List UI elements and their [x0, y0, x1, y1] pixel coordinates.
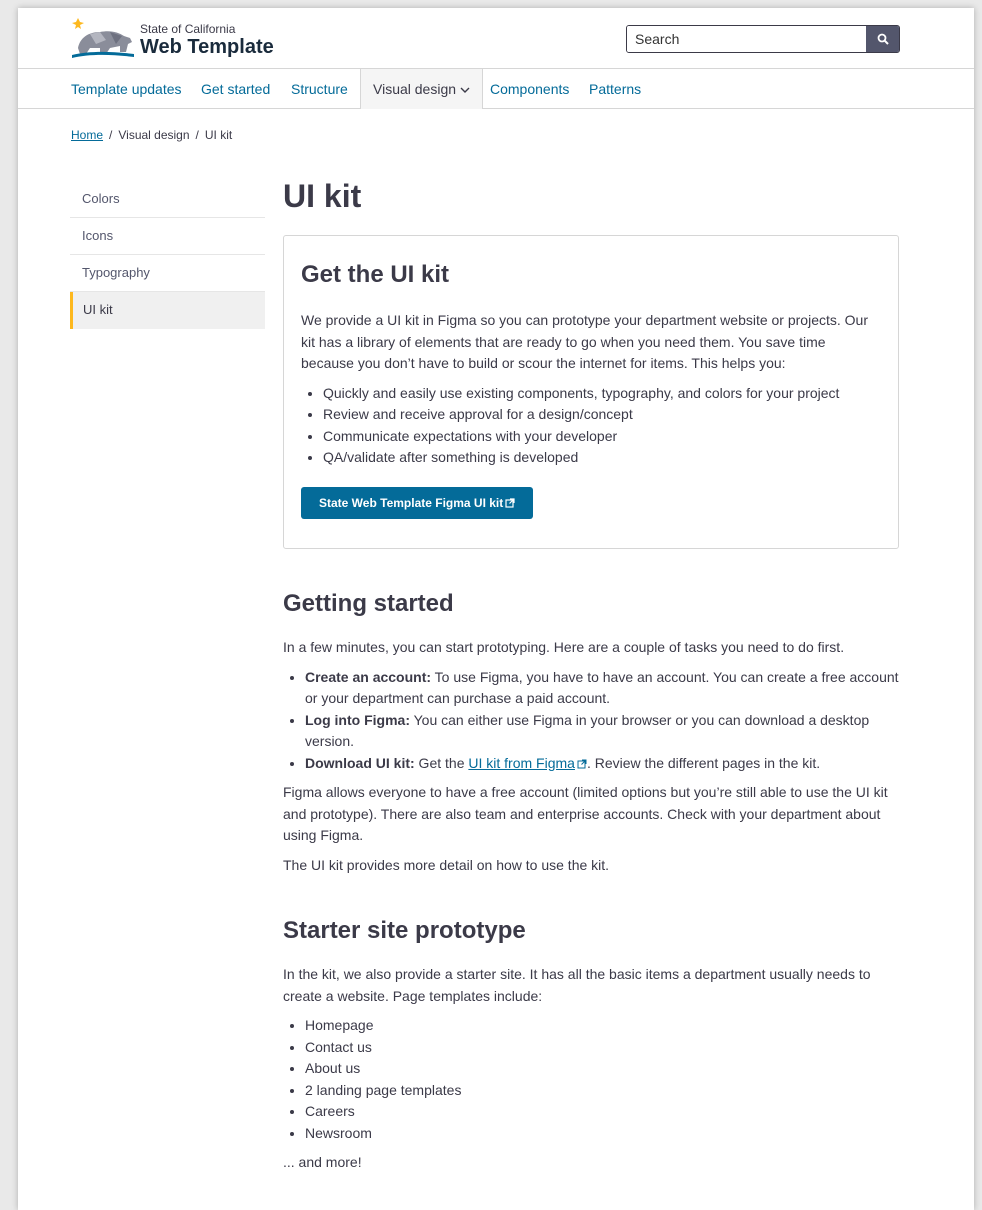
external-link-icon	[505, 497, 515, 508]
nav-item-components[interactable]: Components	[490, 69, 569, 109]
breadcrumb-separator: /	[195, 128, 199, 142]
site-header: State of California Web Template	[18, 8, 974, 69]
and-more-text: ... and more!	[283, 1154, 362, 1170]
ui-kit-detail-paragraph: The UI kit provides more detail on how t…	[283, 856, 610, 873]
task-label: Download UI kit:	[305, 754, 415, 771]
page: State of California Web Template Templat…	[18, 8, 974, 1210]
breadcrumb-home-link[interactable]: Home	[71, 128, 103, 142]
main-content: UI kit Get the UI kit We provide a UI ki…	[283, 176, 899, 1174]
california-bear-logo-icon[interactable]	[70, 18, 136, 58]
nav-item-visual-design[interactable]: Visual design	[360, 69, 484, 109]
search-input[interactable]	[627, 26, 866, 52]
starter-site-intro: In the kit, we also provide a starter si…	[283, 966, 871, 1004]
search-button[interactable]	[866, 26, 899, 52]
list-item: Careers	[305, 1101, 899, 1123]
nav-item-label: Visual design	[373, 81, 457, 97]
chevron-down-icon	[460, 87, 470, 94]
getting-started-tasks: Create an account: To use Figma, you hav…	[283, 667, 899, 775]
getting-started-heading: Getting started	[283, 590, 454, 617]
task-text: . Review the different pages in the kit.	[586, 754, 821, 771]
sidenav-item-colors[interactable]: Colors	[70, 181, 265, 218]
figma-ui-kit-button[interactable]: State Web Template Figma UI kit	[301, 486, 534, 519]
page-templates-list: Homepage Contact us About us 2 landing p…	[283, 1015, 899, 1144]
page-title: UI kit	[283, 178, 362, 214]
search-icon	[877, 33, 889, 45]
list-item: Quickly and easily use existing componen…	[323, 383, 881, 405]
brand-title[interactable]: Web Template	[140, 36, 274, 59]
figma-accounts-paragraph: Figma allows everyone to have a free acc…	[283, 784, 888, 843]
sidenav-item-typography[interactable]: Typography	[70, 255, 265, 292]
nav-item-patterns[interactable]: Patterns	[589, 69, 641, 109]
task-label: Create an account:	[305, 668, 432, 685]
main-navigation: Template updates Get started Structure V…	[18, 68, 974, 109]
task-label: Log into Figma:	[305, 711, 410, 728]
list-item: 2 landing page templates	[305, 1080, 899, 1102]
ui-kit-card: Get the UI kit We provide a UI kit in Fi…	[283, 235, 899, 549]
getting-started-intro: In a few minutes, you can start prototyp…	[283, 639, 845, 655]
card-heading: Get the UI kit	[301, 261, 450, 288]
breadcrumb: Home / Visual design / UI kit	[71, 128, 232, 142]
search-form	[626, 25, 900, 53]
starter-site-heading: Starter site prototype	[283, 917, 526, 944]
card-intro: We provide a UI kit in Figma so you can …	[301, 312, 868, 371]
list-item: About us	[305, 1058, 899, 1080]
list-item: Communicate expectations with your devel…	[323, 426, 881, 448]
breadcrumb-separator: /	[109, 128, 113, 142]
list-item: Newsroom	[305, 1123, 899, 1145]
list-item: Contact us	[305, 1037, 899, 1059]
list-item: Review and receive approval for a design…	[323, 404, 881, 426]
list-item: Homepage	[305, 1015, 899, 1037]
nav-item-template-updates[interactable]: Template updates	[71, 69, 182, 109]
button-label: State Web Template Figma UI kit	[319, 495, 504, 510]
list-item: Download UI kit: Get the UI kit from Fig…	[305, 753, 899, 775]
task-text: Get the	[414, 754, 469, 771]
list-item: Log into Figma: You can either use Figma…	[305, 710, 899, 753]
list-item: Create an account: To use Figma, you hav…	[305, 667, 899, 710]
brand-subtitle: State of California	[140, 22, 236, 36]
ui-kit-figma-link[interactable]: UI kit from Figma	[468, 755, 575, 771]
nav-item-structure[interactable]: Structure	[291, 69, 348, 109]
breadcrumb-current: UI kit	[204, 128, 233, 142]
sidenav-item-icons[interactable]: Icons	[70, 218, 265, 255]
card-benefits-list: Quickly and easily use existing componen…	[301, 383, 881, 469]
sidenav-item-ui-kit[interactable]: UI kit	[70, 292, 265, 329]
external-link-icon	[577, 759, 587, 768]
breadcrumb-section: Visual design	[118, 128, 190, 142]
nav-item-get-started[interactable]: Get started	[201, 69, 270, 109]
side-navigation: Colors Icons Typography UI kit	[70, 181, 265, 329]
list-item: QA/validate after something is developed	[323, 447, 881, 469]
